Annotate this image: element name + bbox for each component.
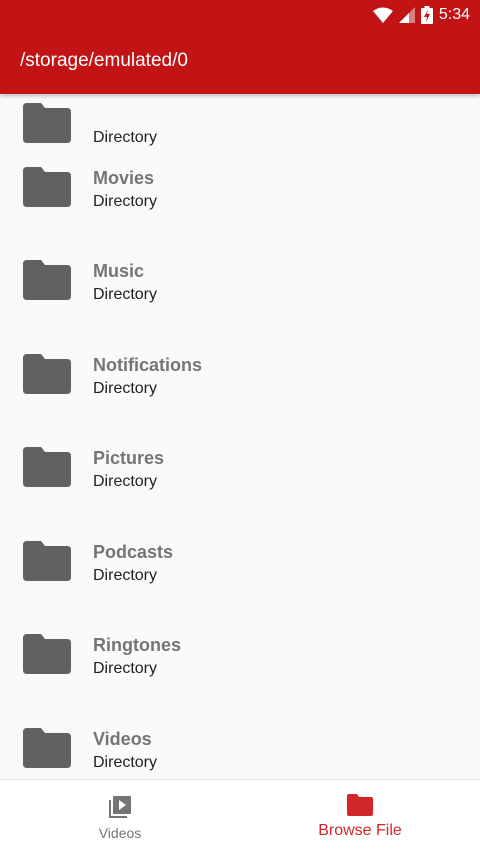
- list-item[interactable]: Ringtones Directory: [0, 597, 480, 691]
- list-item[interactable]: Music Directory: [0, 223, 480, 317]
- folder-icon: [23, 728, 71, 768]
- folder-icon: [347, 794, 373, 816]
- nav-tab-videos[interactable]: Videos: [0, 780, 240, 855]
- video-library-icon: [109, 796, 131, 818]
- item-name: Ringtones: [93, 635, 181, 655]
- folder-icon: [23, 354, 71, 394]
- item-name: Movies: [93, 168, 155, 188]
- list-item[interactable]: Notifications Directory: [0, 317, 480, 411]
- item-type: Directory: [93, 754, 158, 771]
- battery-charging-icon: [420, 6, 433, 24]
- folder-icon: [23, 260, 71, 300]
- list-item[interactable]: Pictures Directory: [0, 410, 480, 504]
- item-name: Podcasts: [93, 542, 174, 562]
- item-type: Directory: [93, 567, 158, 584]
- nav-tab-browse-file[interactable]: Browse File: [240, 780, 480, 855]
- item-name: Music: [93, 261, 145, 281]
- item-type: Directory: [93, 286, 158, 303]
- current-path-title: /storage/emulated/0: [20, 50, 188, 71]
- status-bar: 5:34: [0, 0, 480, 30]
- nav-tab-label: Browse File: [318, 822, 402, 839]
- folder-icon: [23, 541, 71, 581]
- item-name: Notifications: [93, 355, 203, 375]
- item-type: Directory: [93, 193, 158, 210]
- list-item[interactable]: Podcasts Directory: [0, 504, 480, 598]
- cell-signal-icon: [398, 7, 415, 23]
- bottom-navigation: Videos Browse File: [0, 779, 480, 855]
- item-name: Pictures: [93, 448, 165, 468]
- folder-icon: [23, 447, 71, 487]
- folder-icon: [23, 634, 71, 674]
- item-type: Directory: [93, 660, 158, 677]
- wifi-icon: [372, 7, 393, 23]
- item-type: Directory: [93, 473, 158, 490]
- nav-tab-label: Videos: [98, 825, 142, 841]
- list-item[interactable]: Movies Directory: [0, 130, 480, 224]
- item-name: Videos: [93, 729, 152, 749]
- status-time: 5:34: [438, 6, 470, 23]
- item-type: Directory: [93, 380, 158, 397]
- list-item[interactable]: Videos Directory: [0, 691, 480, 779]
- status-icons: 5:34: [372, 5, 470, 25]
- folder-icon: [23, 167, 71, 207]
- file-list[interactable]: Directory Movies Directory Music Directo…: [0, 94, 480, 779]
- app-bar: /storage/emulated/0: [0, 30, 480, 94]
